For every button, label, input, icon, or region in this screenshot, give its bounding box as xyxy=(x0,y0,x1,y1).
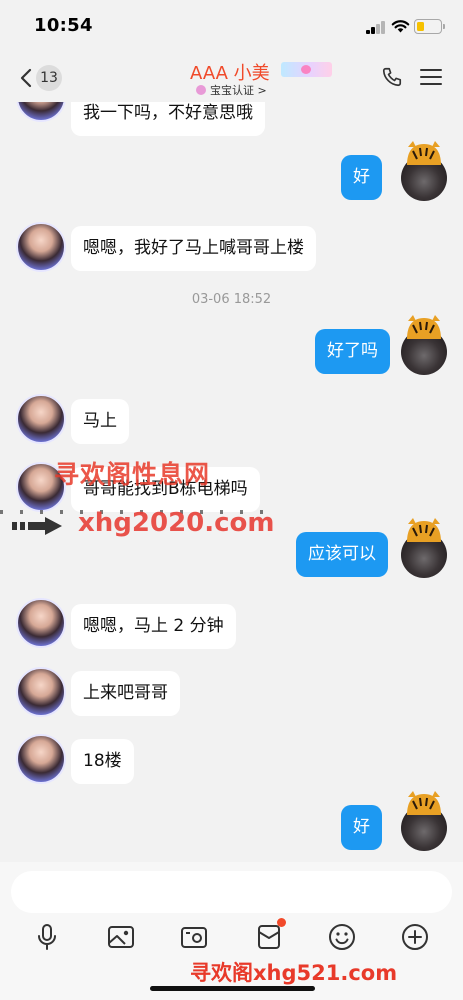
message-bubble-incoming[interactable]: 马上 xyxy=(71,399,129,444)
menu-icon[interactable] xyxy=(420,67,442,87)
notification-dot xyxy=(277,918,286,927)
watermark-text: xhg2020.com xyxy=(78,508,275,538)
message-bubble-incoming[interactable]: 上来吧哥哥 xyxy=(71,671,180,716)
status-bar: 10:54 xyxy=(0,0,463,52)
contact-avatar[interactable] xyxy=(16,102,66,122)
watermark-text: 寻欢阁性息网 xyxy=(54,460,211,489)
status-time: 10:54 xyxy=(34,15,93,36)
message-input[interactable] xyxy=(11,871,452,913)
tiger-hat-icon xyxy=(407,518,441,542)
contact-avatar[interactable] xyxy=(16,598,66,648)
signal-icon xyxy=(366,21,386,34)
battery-icon xyxy=(414,19,442,34)
composer: 寻欢阁xhg521.com xyxy=(0,862,463,1000)
unread-count-badge: 13 xyxy=(36,65,62,91)
my-avatar[interactable] xyxy=(401,791,447,851)
red-packet-button[interactable] xyxy=(254,918,286,952)
message-timestamp: 03-06 18:52 xyxy=(191,292,272,307)
tiger-hat-icon xyxy=(407,141,441,165)
battery-level xyxy=(417,22,425,31)
my-avatar[interactable] xyxy=(401,518,447,578)
my-avatar[interactable] xyxy=(401,141,447,201)
contact-avatar[interactable] xyxy=(16,667,66,717)
image-button[interactable] xyxy=(106,922,136,952)
image-icon xyxy=(108,926,134,948)
wifi-icon xyxy=(391,20,410,33)
chevron-left-icon xyxy=(20,68,32,88)
tiger-hat-icon xyxy=(407,791,441,815)
plus-icon xyxy=(402,924,428,950)
message-bubble-outgoing[interactable]: 好 xyxy=(341,805,382,850)
plus-button[interactable] xyxy=(400,922,430,952)
message-bubble-incoming[interactable]: 18楼 xyxy=(71,739,134,784)
contact-avatar[interactable] xyxy=(16,734,66,784)
emoji-button[interactable] xyxy=(327,922,357,952)
battery-cap xyxy=(443,24,445,29)
back-button[interactable]: 13 xyxy=(16,64,66,92)
camera-button[interactable] xyxy=(179,922,209,952)
message-bubble-incoming[interactable]: 嗯嗯，我好了马上喊哥哥上楼 xyxy=(71,226,316,271)
certification-label: 宝宝认证 xyxy=(210,84,254,97)
certification-icon xyxy=(196,85,206,95)
message-bubble-incoming[interactable]: 嗯嗯，马上 2 分钟 xyxy=(71,604,236,649)
phone-icon[interactable] xyxy=(381,66,403,88)
vip-badge-icon xyxy=(281,62,332,77)
home-indicator xyxy=(150,986,315,991)
contact-avatar[interactable] xyxy=(16,394,66,444)
contact-avatar[interactable] xyxy=(16,222,66,272)
my-avatar[interactable] xyxy=(401,315,447,375)
message-bubble-outgoing[interactable]: 好 xyxy=(341,155,382,200)
message-bubble-outgoing[interactable]: 应该可以 xyxy=(296,532,388,577)
message-bubble-outgoing[interactable]: 好了吗 xyxy=(315,329,390,374)
chevron-right-icon: > xyxy=(257,84,267,97)
tiger-hat-icon xyxy=(407,315,441,339)
watermark-arrow-icon xyxy=(12,517,62,535)
message-bubble-incoming[interactable]: 我一下吗，不好意思哦 xyxy=(71,102,265,136)
chat-header: 13 AAA 小美 宝宝认证 > xyxy=(0,52,463,102)
microphone-icon xyxy=(38,924,56,950)
microphone-button[interactable] xyxy=(32,922,62,952)
watermark-text: 寻欢阁xhg521.com xyxy=(190,961,398,985)
certification-link[interactable]: 宝宝认证 > xyxy=(196,82,267,98)
camera-icon xyxy=(181,927,207,948)
emoji-icon xyxy=(329,924,355,950)
